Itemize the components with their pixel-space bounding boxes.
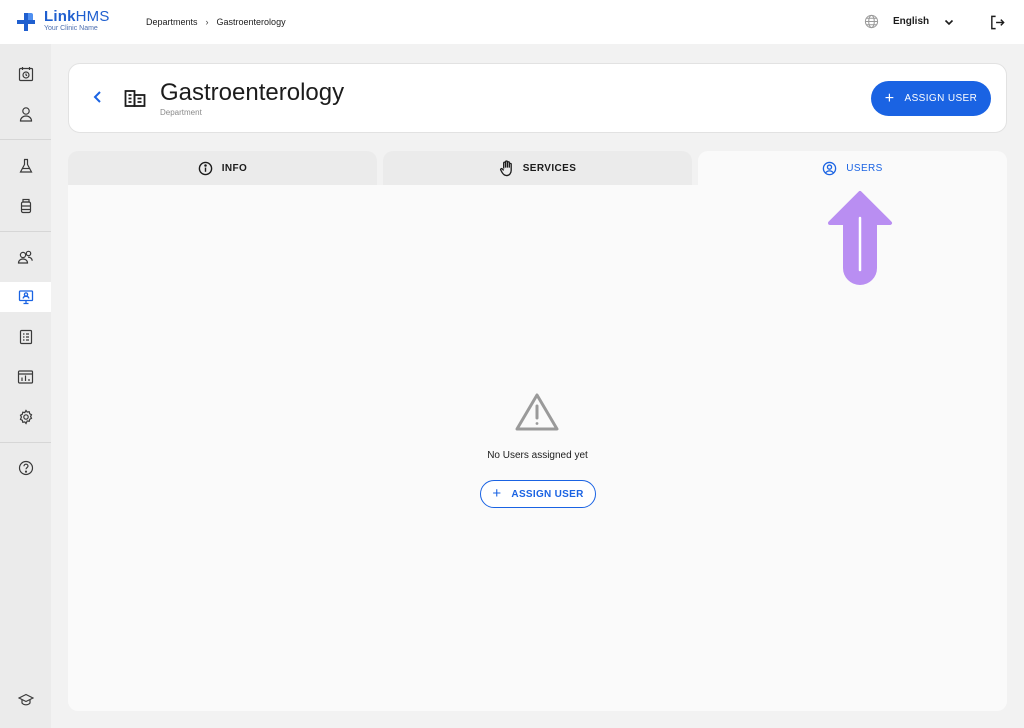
plus-icon: + — [492, 485, 502, 502]
tab-services[interactable]: SERVICES — [383, 151, 692, 185]
top-bar: LinkHMS Your Clinic Name Departments › G… — [0, 0, 1024, 44]
tab-users-label: USERS — [846, 162, 883, 174]
tab-services-label: SERVICES — [522, 162, 577, 174]
info-icon — [198, 161, 213, 176]
page-header: Gastroenterology Department + ASSIGN USE… — [68, 63, 1007, 133]
app-logo[interactable]: LinkHMS Your Clinic Name — [16, 8, 110, 32]
sidebar-item-staff[interactable] — [0, 242, 51, 272]
flask-icon — [19, 158, 32, 173]
sidebar-item-help[interactable] — [0, 453, 51, 483]
chart-icon — [17, 370, 34, 384]
sidebar-item-departments[interactable] — [0, 282, 51, 312]
graduation-cap-icon — [17, 693, 34, 706]
sidebar-item-billing[interactable] — [0, 322, 51, 352]
calendar-clock-icon — [18, 67, 33, 82]
breadcrumb-current: Gastroenterology — [216, 17, 286, 27]
back-button[interactable] — [89, 88, 107, 111]
chevron-down-icon — [945, 19, 954, 25]
user-circle-icon — [822, 161, 837, 176]
logout-button[interactable] — [989, 14, 1006, 36]
users-icon — [17, 250, 33, 264]
breadcrumb-departments[interactable]: Departments — [146, 17, 198, 27]
warning-icon — [514, 392, 560, 437]
clinic-name: Your Clinic Name — [44, 25, 98, 32]
breadcrumb-separator: › — [205, 17, 209, 27]
globe-icon — [864, 14, 879, 29]
language-label: English — [893, 16, 930, 27]
logo-cross-icon — [17, 13, 35, 31]
chevron-left-icon — [93, 91, 101, 103]
page-title: Gastroenterology — [160, 79, 345, 106]
help-icon — [18, 460, 33, 476]
department-building-icon — [124, 88, 146, 113]
monitor-user-icon — [18, 290, 33, 305]
document-list-icon — [19, 329, 32, 345]
sidebar-item-pharmacy[interactable] — [0, 191, 51, 221]
sidebar-item-patients[interactable] — [0, 99, 51, 129]
sidebar — [0, 44, 51, 728]
logout-icon — [991, 15, 1005, 30]
gear-icon — [19, 409, 32, 425]
breadcrumb: Departments › Gastroenterology — [146, 17, 286, 27]
sidebar-item-appointments[interactable] — [0, 59, 51, 89]
person-icon — [19, 107, 32, 122]
sidebar-item-settings[interactable] — [0, 402, 51, 432]
hand-icon — [499, 159, 514, 177]
tab-users[interactable]: USERS — [698, 151, 1007, 185]
app-title: LinkHMS — [44, 8, 110, 25]
bottle-icon — [20, 198, 31, 214]
page-subtitle: Department — [160, 108, 202, 117]
annotation-up-arrow-icon — [826, 190, 894, 295]
empty-state-message: No Users assigned yet — [487, 450, 588, 461]
assign-user-label: ASSIGN USER — [904, 93, 978, 104]
sidebar-item-tutorials[interactable] — [0, 685, 51, 715]
empty-assign-user-button[interactable]: + ASSIGN USER — [480, 480, 596, 508]
tab-info-label: INFO — [221, 162, 248, 174]
assign-user-button[interactable]: + ASSIGN USER — [871, 81, 991, 116]
sidebar-item-lab[interactable] — [0, 151, 51, 181]
language-selector[interactable]: English — [864, 14, 955, 29]
tab-info[interactable]: INFO — [68, 151, 377, 185]
empty-assign-user-label: ASSIGN USER — [511, 488, 584, 500]
sidebar-item-reports[interactable] — [0, 362, 51, 392]
plus-icon: + — [884, 89, 895, 107]
